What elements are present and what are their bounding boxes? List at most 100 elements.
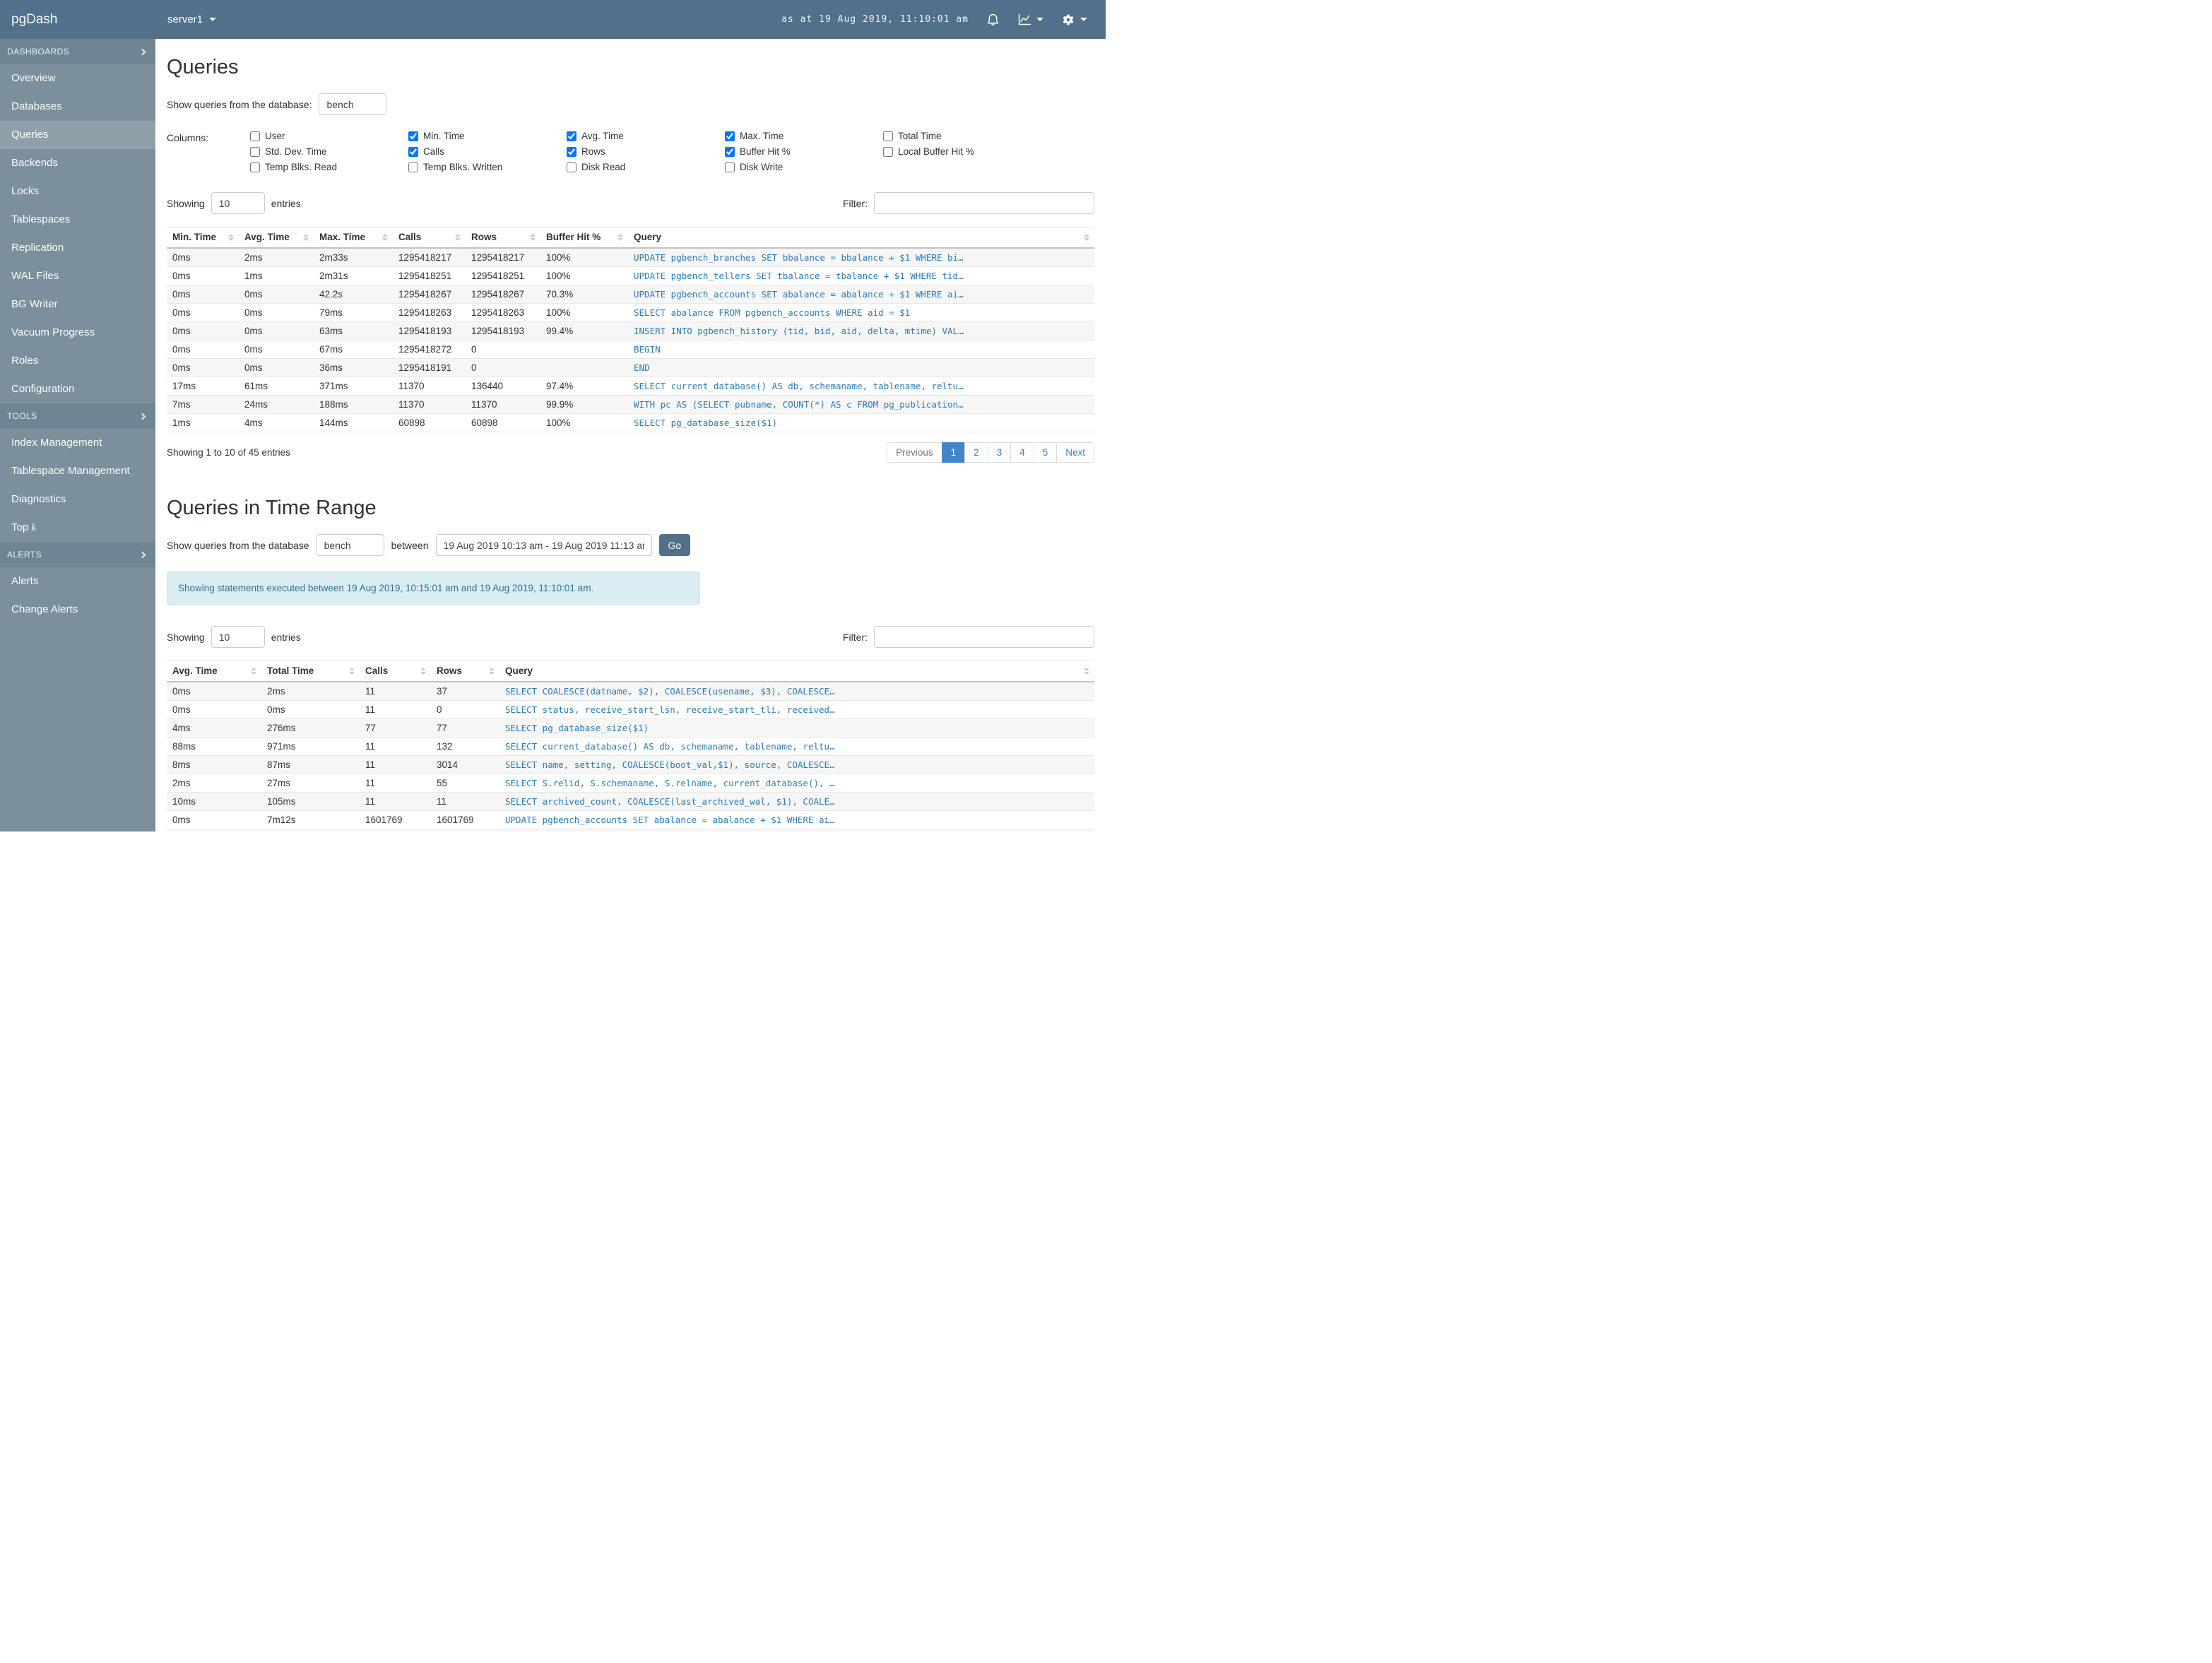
- col-header-calls[interactable]: Calls: [360, 661, 431, 682]
- col-header-max-time[interactable]: Max. Time: [314, 227, 393, 249]
- checkbox[interactable]: [408, 162, 418, 172]
- sidebar-item-bg-writer[interactable]: BG Writer: [0, 290, 155, 319]
- pagination-previous[interactable]: Previous: [887, 442, 942, 463]
- checkbox[interactable]: [408, 131, 418, 141]
- charts-menu-button[interactable]: [1017, 12, 1043, 27]
- sidebar-item-configuration[interactable]: Configuration: [0, 375, 155, 403]
- query-link[interactable]: UPDATE pgbench_tellers SET tbalance = tb…: [634, 271, 964, 281]
- database-input[interactable]: [316, 534, 384, 556]
- sidebar-item-backends[interactable]: Backends: [0, 149, 155, 177]
- database-input[interactable]: [319, 93, 387, 115]
- col-header-query[interactable]: Query: [499, 661, 1094, 682]
- pagination-page-4[interactable]: 4: [1010, 442, 1034, 463]
- col-header-rows[interactable]: Rows: [466, 227, 540, 249]
- column-toggle-buffer-hit[interactable]: Buffer Hit %: [725, 146, 883, 157]
- column-toggle-disk-read[interactable]: Disk Read: [567, 162, 725, 172]
- checkbox[interactable]: [567, 131, 576, 141]
- column-toggle-temp-blks-written[interactable]: Temp Blks. Written: [408, 162, 567, 172]
- entries-count-input[interactable]: [211, 192, 265, 214]
- query-link[interactable]: SELECT abalance FROM pgbench_accounts WH…: [634, 307, 910, 318]
- query-link[interactable]: SELECT pg_database_size($1): [634, 418, 777, 428]
- checkbox[interactable]: [725, 162, 735, 172]
- checkbox[interactable]: [725, 146, 735, 157]
- query-link[interactable]: END: [634, 362, 650, 373]
- sidebar-item-change-alerts[interactable]: Change Alerts: [0, 596, 155, 624]
- checkbox[interactable]: [408, 146, 418, 157]
- entries-label: entries: [271, 631, 301, 643]
- checkbox[interactable]: [250, 146, 260, 157]
- column-toggle-rows[interactable]: Rows: [567, 146, 725, 157]
- sidebar-item-top-k[interactable]: Top k: [0, 514, 155, 542]
- sidebar-section-dashboards[interactable]: DASHBOARDS: [0, 39, 155, 64]
- query-link[interactable]: BEGIN: [634, 344, 661, 355]
- column-toggle-total-time[interactable]: Total Time: [883, 131, 1041, 141]
- sidebar-item-tablespaces[interactable]: Tablespaces: [0, 206, 155, 234]
- query-link[interactable]: SELECT archived_count, COALESCE(last_arc…: [505, 796, 835, 807]
- sidebar-section-tools[interactable]: TOOLS: [0, 403, 155, 429]
- filter-input[interactable]: [874, 626, 1094, 648]
- query-link[interactable]: INSERT INTO pgbench_history (tid, bid, a…: [634, 326, 964, 336]
- column-toggle-user[interactable]: User: [250, 131, 408, 141]
- pagination-page-3[interactable]: 3: [987, 442, 1012, 463]
- column-toggle-temp-blks-read[interactable]: Temp Blks. Read: [250, 162, 408, 172]
- column-toggle-avg-time[interactable]: Avg. Time: [567, 131, 725, 141]
- checkbox[interactable]: [567, 146, 576, 157]
- pagination-page-5[interactable]: 5: [1033, 442, 1058, 463]
- column-toggle-calls[interactable]: Calls: [408, 146, 567, 157]
- query-link[interactable]: SELECT S.relid, S.schemaname, S.relname,…: [505, 778, 835, 788]
- col-header-avg-time[interactable]: Avg. Time: [167, 661, 261, 682]
- query-link[interactable]: WITH pc AS (SELECT pubname, COUNT(*) AS …: [634, 399, 964, 410]
- filter-input[interactable]: [874, 192, 1094, 214]
- column-toggle-max-time[interactable]: Max. Time: [725, 131, 883, 141]
- sidebar-item-overview[interactable]: Overview: [0, 64, 155, 93]
- notifications-button[interactable]: [986, 12, 1000, 27]
- sidebar-item-locks[interactable]: Locks: [0, 177, 155, 206]
- sidebar-item-alerts[interactable]: Alerts: [0, 567, 155, 596]
- column-toggle-std-dev-time[interactable]: Std. Dev. Time: [250, 146, 408, 157]
- pagination-page-2[interactable]: 2: [964, 442, 988, 463]
- sidebar-item-replication[interactable]: Replication: [0, 234, 155, 262]
- col-header-rows[interactable]: Rows: [431, 661, 499, 682]
- pagination-next[interactable]: Next: [1056, 442, 1094, 463]
- sidebar-item-databases[interactable]: Databases: [0, 93, 155, 121]
- query-link[interactable]: SELECT current_database() AS db, scheman…: [634, 381, 964, 391]
- go-button[interactable]: Go: [658, 534, 691, 556]
- query-link[interactable]: SELECT status, receive_start_lsn, receiv…: [505, 704, 835, 715]
- query-link[interactable]: SELECT pg_database_size($1): [505, 723, 649, 733]
- sidebar-item-diagnostics[interactable]: Diagnostics: [0, 485, 155, 514]
- sidebar-item-index-management[interactable]: Index Management: [0, 429, 155, 457]
- pagination-page-1[interactable]: 1: [941, 442, 966, 463]
- checkbox[interactable]: [250, 162, 260, 172]
- sidebar-item-queries[interactable]: Queries: [0, 121, 155, 149]
- settings-menu-button[interactable]: [1060, 12, 1087, 28]
- query-link[interactable]: UPDATE pgbench_accounts SET abalance = a…: [634, 289, 964, 300]
- checkbox[interactable]: [725, 131, 735, 141]
- sidebar-item-wal-files[interactable]: WAL Files: [0, 262, 155, 290]
- column-toggle-disk-write[interactable]: Disk Write: [725, 162, 883, 172]
- sidebar-item-tablespace-management[interactable]: Tablespace Management: [0, 457, 155, 485]
- query-link[interactable]: SELECT current_database() AS db, scheman…: [505, 741, 835, 752]
- sidebar-section-alerts[interactable]: ALERTS: [0, 542, 155, 567]
- query-link[interactable]: SELECT name, setting, COALESCE(boot_val,…: [505, 759, 835, 770]
- server-selector[interactable]: server1: [167, 13, 217, 25]
- column-toggle-min-time[interactable]: Min. Time: [408, 131, 567, 141]
- time-range-input[interactable]: [435, 534, 652, 556]
- entries-count-input[interactable]: [211, 626, 265, 648]
- checkbox[interactable]: [883, 131, 893, 141]
- query-link[interactable]: SELECT COALESCE(datname, $2), COALESCE(u…: [505, 686, 835, 697]
- checkbox[interactable]: [250, 131, 260, 141]
- sidebar-item-vacuum-progress[interactable]: Vacuum Progress: [0, 319, 155, 347]
- chevron-right-icon: [138, 413, 146, 420]
- col-header-query[interactable]: Query: [628, 227, 1094, 249]
- col-header-calls[interactable]: Calls: [393, 227, 466, 249]
- query-link[interactable]: UPDATE pgbench_branches SET bbalance = b…: [634, 252, 964, 263]
- col-header-buffer-hit[interactable]: Buffer Hit %: [540, 227, 628, 249]
- col-header-total-time[interactable]: Total Time: [261, 661, 360, 682]
- sidebar-item-roles[interactable]: Roles: [0, 347, 155, 375]
- checkbox[interactable]: [883, 146, 893, 157]
- column-toggle-local-buffer-hit[interactable]: Local Buffer Hit %: [883, 146, 1041, 157]
- col-header-min-time[interactable]: Min. Time: [167, 227, 239, 249]
- col-header-avg-time[interactable]: Avg. Time: [239, 227, 314, 249]
- checkbox[interactable]: [567, 162, 576, 172]
- query-link[interactable]: UPDATE pgbench_accounts SET abalance = a…: [505, 815, 835, 825]
